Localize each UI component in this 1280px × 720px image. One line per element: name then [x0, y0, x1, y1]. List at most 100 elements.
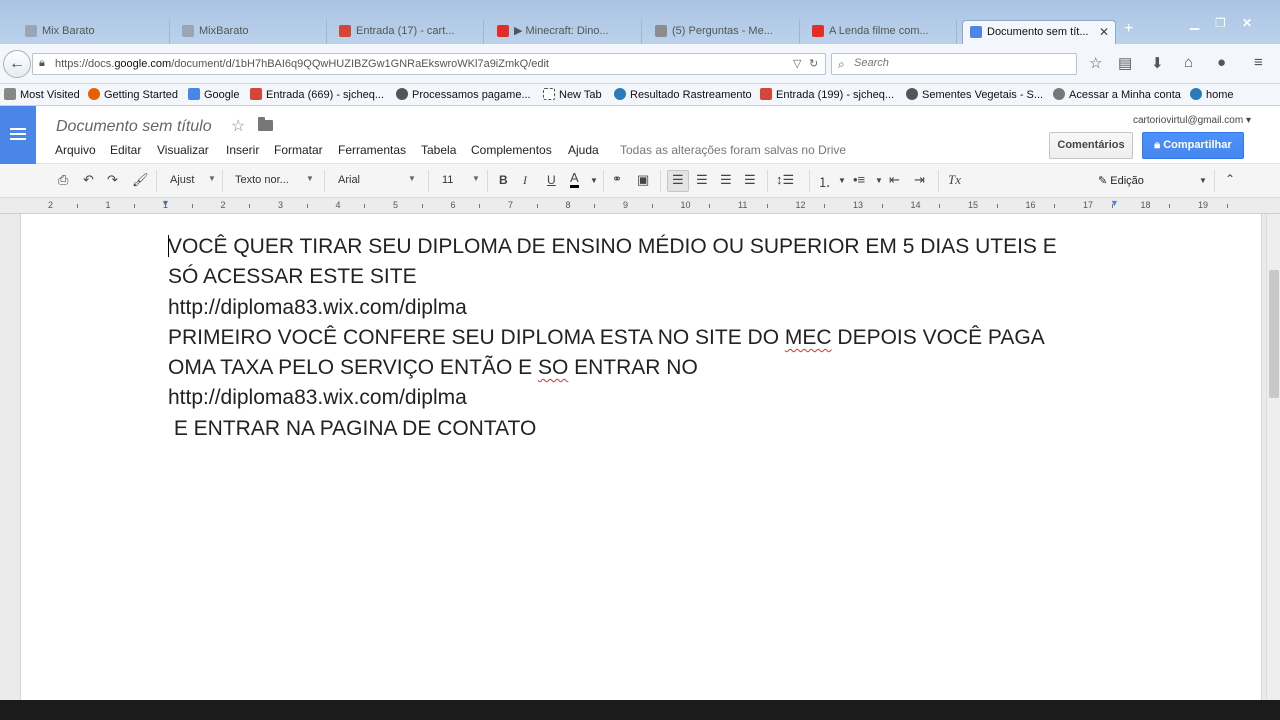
tab-youtube-lenda[interactable]: A Lenda filme com...	[805, 20, 957, 44]
search-input[interactable]	[854, 57, 1064, 69]
document-page[interactable]: VOCÊ QUER TIRAR SEU DIPLOMA DE ENSINO MÉ…	[20, 214, 1262, 700]
redo-icon[interactable]: ↷	[107, 172, 118, 188]
tab-gmail-inbox[interactable]: Entrada (17) - cart...	[332, 20, 484, 44]
increase-indent-icon[interactable]: ⇥	[914, 172, 925, 188]
align-right-icon[interactable]: ☰	[720, 172, 732, 188]
chevron-down-icon[interactable]: ▼	[590, 176, 598, 185]
comments-button[interactable]: Comentários	[1049, 132, 1133, 159]
menu-inserir[interactable]: Inserir	[226, 143, 259, 157]
menu-editar[interactable]: Editar	[110, 143, 141, 157]
spellcheck-word[interactable]: MEC	[785, 326, 832, 349]
chevron-down-icon[interactable]: ▼	[875, 176, 883, 185]
paint-format-icon[interactable]: 🖌︎	[132, 172, 149, 188]
document-line[interactable]: http://diploma83.wix.com/diplma	[168, 293, 1118, 323]
reading-list-icon[interactable]: ▤	[1118, 54, 1132, 72]
numbered-list-icon[interactable]: ⒈	[818, 172, 831, 191]
menu-ajuda[interactable]: Ajuda	[568, 143, 599, 157]
bookmark-item[interactable]: Entrada (669) - sjcheq...	[250, 88, 384, 101]
menu-icon[interactable]: ≡	[1254, 54, 1263, 71]
ruler[interactable]: ▼ ▼ 2 1 1 2 3 4 5 6 7 8 9 10 11 12 13 14 15 16 17 18 19	[0, 198, 1280, 214]
spellcheck-word[interactable]: SO	[538, 356, 568, 379]
bookmark-item[interactable]: Entrada (199) - sjcheq...	[760, 88, 894, 101]
line-spacing-icon[interactable]: ↕☰	[776, 172, 794, 188]
new-tab-icon[interactable]: +	[1124, 20, 1133, 38]
chat-icon[interactable]: ●	[1217, 54, 1226, 71]
download-icon[interactable]: ⬇	[1151, 54, 1164, 72]
bookmark-star-icon[interactable]: ☆	[1089, 54, 1102, 72]
url-bar[interactable]: 🔒︎ https://docs.google.com/document/d/1b…	[32, 53, 826, 75]
document-body[interactable]: VOCÊ QUER TIRAR SEU DIPLOMA DE ENSINO MÉ…	[168, 232, 1118, 444]
tab-mix-barato[interactable]: Mix Barato	[18, 20, 170, 44]
font-size-dropdown[interactable]: 11 ▼	[442, 174, 482, 186]
tab-youtube-minecraft[interactable]: ▶ Minecraft: Dino...	[490, 20, 642, 44]
document-line[interactable]: http://diploma83.wix.com/diplma	[168, 383, 1118, 413]
document-line[interactable]: E ENTRAR NA PAGINA DE CONTATO	[168, 414, 1118, 444]
bookmark-item[interactable]: Google	[188, 88, 239, 101]
bookmark-item[interactable]: Sementes Vegetais - S...	[906, 88, 1043, 101]
window-close-icon[interactable]: ✕	[1242, 16, 1252, 30]
comment-icon[interactable]: ▣	[637, 172, 649, 188]
bookmark-item[interactable]: home	[1190, 88, 1234, 101]
menu-formatar[interactable]: Formatar	[274, 143, 323, 157]
document-line[interactable]: OMA TAXA PELO SERVIÇO ENTÃO E SO ENTRAR …	[168, 353, 1118, 383]
save-status[interactable]: Todas as alterações foram salvas no Driv…	[620, 143, 846, 157]
document-line[interactable]: VOCÊ QUER TIRAR SEU DIPLOMA DE ENSINO MÉ…	[168, 232, 1118, 262]
minimize-icon[interactable]: ▁	[1190, 16, 1199, 30]
folder-icon[interactable]	[258, 117, 273, 131]
toolbar-divider	[428, 170, 429, 192]
document-title[interactable]: Documento sem título	[56, 118, 212, 136]
undo-icon[interactable]: ↶	[83, 172, 94, 188]
document-line[interactable]: SÓ ACESSAR ESTE SITE	[168, 262, 1118, 292]
decrease-indent-icon[interactable]: ⇤	[889, 172, 900, 188]
search-bar[interactable]: ⌕	[831, 53, 1077, 75]
align-left-icon[interactable]: ☰	[672, 172, 684, 188]
ruler-tick	[766, 204, 768, 208]
home-icon[interactable]: ⌂	[1184, 54, 1193, 71]
align-justify-icon[interactable]: ☰	[744, 172, 756, 188]
document-line[interactable]: PRIMEIRO VOCÊ CONFERE SEU DIPLOMA ESTA N…	[168, 323, 1118, 353]
bulleted-list-icon[interactable]: •≡	[853, 172, 865, 187]
bookmark-item[interactable]: New Tab	[543, 88, 602, 101]
print-icon[interactable]: ⎙	[58, 172, 68, 188]
menu-arquivo[interactable]: Arquivo	[55, 143, 96, 157]
scrollbar[interactable]	[1266, 214, 1280, 700]
tab-perguntas[interactable]: (5) Perguntas - Me...	[648, 20, 800, 44]
font-dropdown[interactable]: Arial ▼	[338, 174, 418, 186]
star-icon[interactable]: ☆	[231, 116, 245, 136]
close-icon[interactable]: ✕	[1099, 21, 1109, 43]
style-dropdown[interactable]: Texto nor... ▼	[235, 174, 315, 186]
ruler-tick	[594, 204, 596, 208]
bookmark-item[interactable]: Acessar a Minha conta	[1053, 88, 1181, 101]
bookmark-item[interactable]: Processamos pagame...	[396, 88, 531, 101]
bookmark-item[interactable]: Most Visited	[4, 88, 80, 101]
bookmark-item[interactable]: Resultado Rastreamento	[614, 88, 752, 101]
text-color-icon[interactable]: A	[570, 171, 579, 188]
url-text[interactable]: https://docs.google.com/document/d/1bH7h…	[55, 58, 549, 70]
tab-mixbarato[interactable]: MixBarato	[175, 20, 327, 44]
account-email[interactable]: cartoriovirtul@gmail.com ▾	[1133, 115, 1251, 126]
chevron-down-icon[interactable]: ▼	[838, 176, 846, 185]
back-arrow-icon[interactable]: ←	[3, 50, 31, 78]
dropdown-arrow-icon[interactable]: ▽	[793, 57, 801, 70]
menu-ferramentas[interactable]: Ferramentas	[338, 143, 406, 157]
tab-documento[interactable]: Documento sem tít... ✕	[962, 20, 1116, 44]
scrollbar-thumb[interactable]	[1269, 270, 1279, 398]
clear-formatting-icon[interactable]: Tx	[948, 172, 961, 188]
menu-tabela[interactable]: Tabela	[421, 143, 456, 157]
reload-icon[interactable]: ↻	[809, 57, 818, 70]
share-button[interactable]: 🔒︎ Compartilhar	[1142, 132, 1244, 159]
align-center-icon[interactable]: ☰	[696, 172, 708, 188]
link-icon[interactable]: ⚭	[612, 172, 622, 186]
chevron-down-icon[interactable]: ▼	[1199, 176, 1207, 185]
menu-visualizar[interactable]: Visualizar	[157, 143, 209, 157]
maximize-icon[interactable]: ❐	[1215, 16, 1226, 30]
docs-home-icon[interactable]	[0, 106, 36, 164]
zoom-dropdown[interactable]: Ajust ▼	[170, 174, 216, 186]
bold-icon[interactable]: B	[499, 173, 508, 187]
bookmark-item[interactable]: Getting Started	[88, 88, 178, 101]
underline-icon[interactable]: U	[547, 173, 556, 187]
italic-icon[interactable]: I	[523, 173, 527, 188]
menu-complementos[interactable]: Complementos	[471, 143, 552, 157]
collapse-chevron-icon[interactable]: ⌃	[1225, 172, 1235, 186]
editing-mode-dropdown[interactable]: ✎ Edição	[1098, 174, 1144, 187]
